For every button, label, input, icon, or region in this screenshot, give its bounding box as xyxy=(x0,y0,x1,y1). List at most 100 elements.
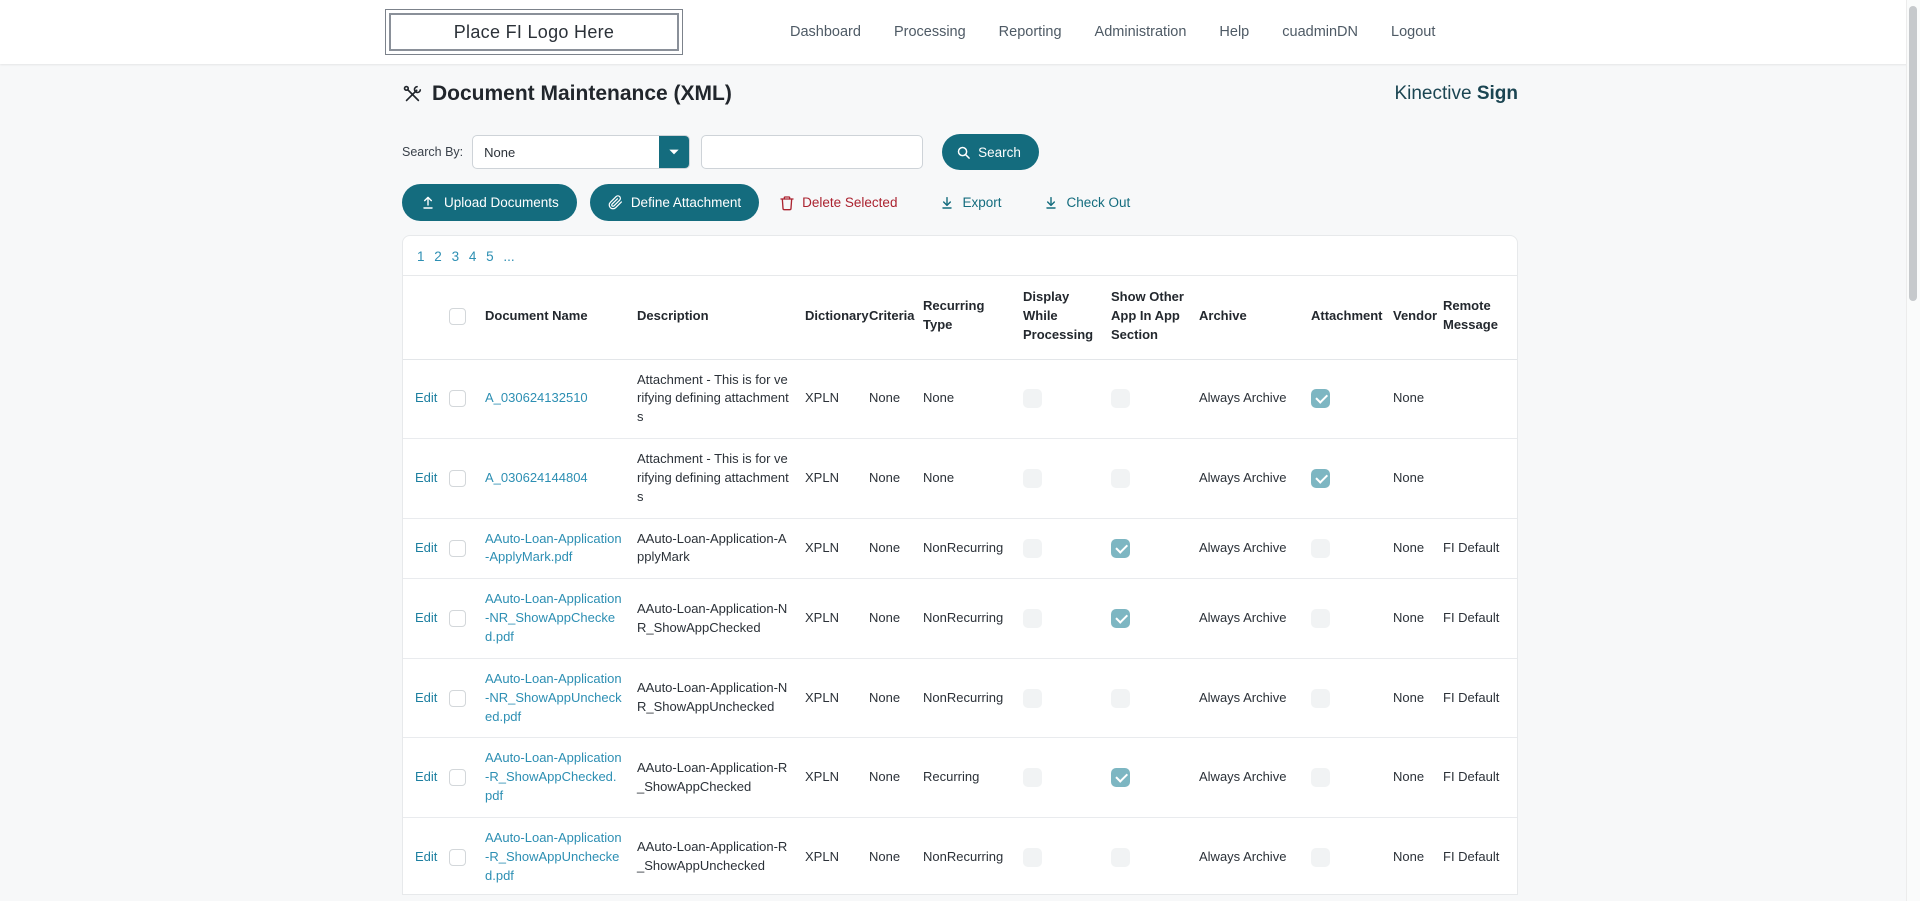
nav-item-reporting[interactable]: Reporting xyxy=(999,24,1062,40)
row-select-checkbox[interactable] xyxy=(449,769,466,786)
search-by-selected-value: None xyxy=(473,136,659,168)
edit-link[interactable]: Edit xyxy=(415,849,437,864)
display-while-processing-checkbox xyxy=(1023,689,1042,708)
vendor-cell: None xyxy=(1391,579,1441,659)
remote-message-cell xyxy=(1441,439,1518,519)
page-link-2[interactable]: 2 xyxy=(434,249,442,264)
show-other-app-checkbox xyxy=(1111,539,1130,558)
upload-icon xyxy=(420,195,436,211)
upload-documents-label: Upload Documents xyxy=(444,195,559,210)
criteria-cell: None xyxy=(867,658,921,738)
search-button-label: Search xyxy=(978,145,1021,160)
nav-item-dashboard[interactable]: Dashboard xyxy=(790,24,861,40)
show-other-app-checkbox xyxy=(1111,848,1130,867)
document-name-link[interactable]: AAuto-Loan-Application-NR_ShowAppChecked… xyxy=(485,591,622,644)
edit-link[interactable]: Edit xyxy=(415,470,437,485)
export-button[interactable]: Export xyxy=(939,195,1001,211)
download-icon xyxy=(1043,195,1059,211)
dictionary-cell: XPLN xyxy=(803,817,867,895)
document-name-link[interactable]: AAuto-Loan-Application-R_ShowAppUnchecke… xyxy=(485,830,622,883)
col-vendor: Vendor xyxy=(1391,276,1441,359)
col-display-while-processing: Display While Processing xyxy=(1021,276,1109,359)
document-name-link[interactable]: AAuto-Loan-Application-R_ShowAppChecked.… xyxy=(485,750,622,803)
define-attachment-label: Define Attachment xyxy=(631,195,741,210)
col-dictionary: Dictionary xyxy=(803,276,867,359)
dictionary-cell: XPLN xyxy=(803,518,867,579)
show-other-app-checkbox xyxy=(1111,469,1130,488)
chevron-down-icon[interactable] xyxy=(659,136,689,168)
display-while-processing-checkbox xyxy=(1023,609,1042,628)
table-row: Edit AAuto-Loan-Application-R_ShowAppUnc… xyxy=(403,817,1518,895)
recurring-type-cell: None xyxy=(921,439,1021,519)
vendor-cell: None xyxy=(1391,518,1441,579)
description-cell: AAuto-Loan-Application-ApplyMark xyxy=(635,518,803,579)
document-name-link[interactable]: A_030624144804 xyxy=(485,470,588,485)
download-icon xyxy=(939,195,955,211)
row-select-checkbox[interactable] xyxy=(449,540,466,557)
vendor-cell: None xyxy=(1391,738,1441,818)
col-document-name: Document Name xyxy=(483,276,635,359)
page-link-more[interactable]: ... xyxy=(503,249,514,264)
description-cell: Attachment - This is for verifying defin… xyxy=(635,439,803,519)
nav-item-administration[interactable]: Administration xyxy=(1095,24,1187,40)
attachment-checkbox xyxy=(1311,689,1330,708)
scrollbar-thumb[interactable] xyxy=(1909,6,1917,301)
row-select-checkbox[interactable] xyxy=(449,690,466,707)
vendor-cell: None xyxy=(1391,439,1441,519)
display-while-processing-checkbox xyxy=(1023,469,1042,488)
row-select-checkbox[interactable] xyxy=(449,849,466,866)
document-name-link[interactable]: AAuto-Loan-Application-NR_ShowAppUncheck… xyxy=(485,671,622,724)
display-while-processing-checkbox xyxy=(1023,848,1042,867)
page-link-1[interactable]: 1 xyxy=(417,249,425,264)
vendor-cell: None xyxy=(1391,359,1441,439)
table-row: Edit A_030624144804 Attachment - This is… xyxy=(403,439,1518,519)
row-select-checkbox[interactable] xyxy=(449,470,466,487)
document-name-link[interactable]: A_030624132510 xyxy=(485,390,588,405)
show-other-app-checkbox xyxy=(1111,389,1130,408)
search-input[interactable] xyxy=(701,135,923,169)
main-content: Document Maintenance (XML) Kinective Sig… xyxy=(402,82,1518,895)
col-remote-message: Remote Message xyxy=(1441,276,1518,359)
display-while-processing-checkbox xyxy=(1023,539,1042,558)
recurring-type-cell: NonRecurring xyxy=(921,518,1021,579)
description-cell: AAuto-Loan-Application-NR_ShowAppChecked xyxy=(635,579,803,659)
edit-link[interactable]: Edit xyxy=(415,769,437,784)
search-button[interactable]: Search xyxy=(942,134,1039,170)
page-link-3[interactable]: 3 xyxy=(452,249,460,264)
row-select-checkbox[interactable] xyxy=(449,610,466,627)
edit-link[interactable]: Edit xyxy=(415,690,437,705)
select-all-checkbox[interactable] xyxy=(449,308,466,325)
table-row: Edit A_030624132510 Attachment - This is… xyxy=(403,359,1518,439)
col-archive: Archive xyxy=(1197,276,1309,359)
table-row: Edit AAuto-Loan-Application-NR_ShowAppUn… xyxy=(403,658,1518,738)
edit-column-header xyxy=(403,276,447,359)
search-by-select[interactable]: None xyxy=(472,135,690,169)
document-name-link[interactable]: AAuto-Loan-Application-ApplyMark.pdf xyxy=(485,531,622,565)
remote-message-cell: FI Default xyxy=(1441,518,1518,579)
archive-cell: Always Archive xyxy=(1197,439,1309,519)
upload-documents-button[interactable]: Upload Documents xyxy=(402,184,577,221)
display-while-processing-checkbox xyxy=(1023,389,1042,408)
attachment-checkbox xyxy=(1311,768,1330,787)
page-link-4[interactable]: 4 xyxy=(469,249,477,264)
export-label: Export xyxy=(962,195,1001,210)
documents-table-card: 1 2 3 4 5 ... Document Name Description … xyxy=(402,235,1518,895)
edit-link[interactable]: Edit xyxy=(415,540,437,555)
delete-selected-label: Delete Selected xyxy=(802,195,897,210)
nav-item-username[interactable]: cuadminDN xyxy=(1282,24,1358,40)
edit-link[interactable]: Edit xyxy=(415,390,437,405)
brand-logo: Kinective Sign xyxy=(1394,83,1518,105)
check-out-button[interactable]: Check Out xyxy=(1043,195,1130,211)
page-link-5[interactable]: 5 xyxy=(486,249,494,264)
display-while-processing-checkbox xyxy=(1023,768,1042,787)
define-attachment-button[interactable]: Define Attachment xyxy=(590,184,759,221)
nav-item-processing[interactable]: Processing xyxy=(894,24,966,40)
dictionary-cell: XPLN xyxy=(803,439,867,519)
row-select-checkbox[interactable] xyxy=(449,390,466,407)
criteria-cell: None xyxy=(867,817,921,895)
nav-item-logout[interactable]: Logout xyxy=(1391,24,1435,40)
page-scrollbar[interactable] xyxy=(1906,0,1920,901)
nav-item-help[interactable]: Help xyxy=(1219,24,1249,40)
edit-link[interactable]: Edit xyxy=(415,610,437,625)
delete-selected-button[interactable]: Delete Selected xyxy=(779,195,897,211)
